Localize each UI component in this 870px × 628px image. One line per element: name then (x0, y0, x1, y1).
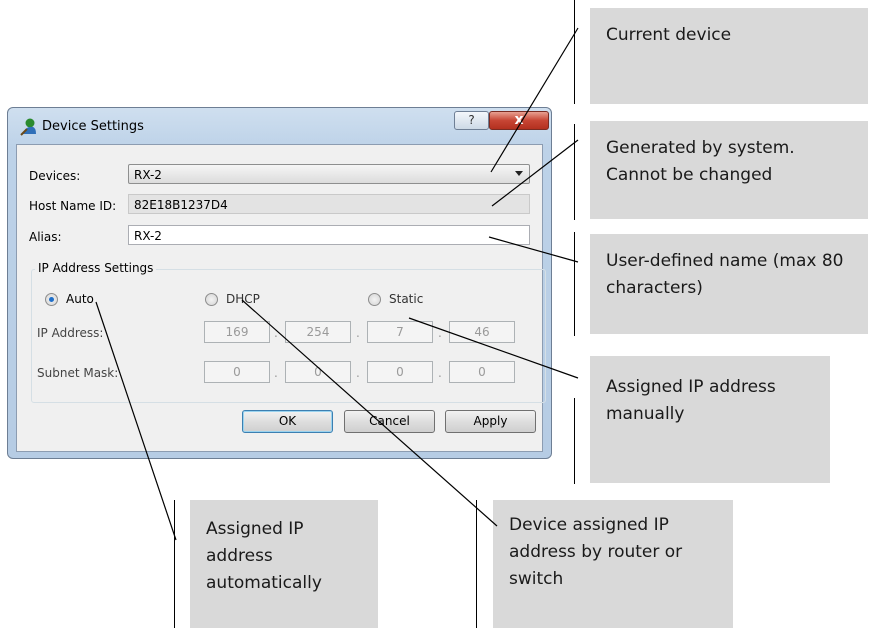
callout-device-router-text: Device assigned IP address by router or … (509, 515, 683, 589)
callout-assigned-auto: Assigned IP address automatically (190, 500, 378, 628)
devices-dropdown-value: RX-2 (134, 168, 162, 182)
device-settings-dialog: Device Settings ? x Devices: RX-2 Host N… (7, 107, 552, 459)
mask-octet-2[interactable]: 0 (285, 361, 351, 383)
dialog-title: Device Settings (42, 119, 144, 134)
close-button[interactable]: x (489, 111, 549, 130)
callout-assigned-manual: Assigned IP address manually (590, 356, 830, 483)
title-bar[interactable]: Device Settings ? x (8, 108, 551, 144)
callout-assigned-auto-text: Assigned IP address automatically (206, 519, 322, 593)
mask-separator: . (356, 366, 360, 380)
separator-line (574, 0, 575, 104)
callout-assigned-manual-text: Assigned IP address manually (606, 377, 776, 424)
callout-generated: Generated by system. Cannot be changed (590, 121, 868, 219)
devices-label: Devices: (29, 169, 81, 183)
subnet-mask-label: Subnet Mask: (37, 366, 119, 380)
device-settings-icon (20, 118, 36, 136)
callout-device-router: Device assigned IP address by router or … (493, 500, 733, 628)
ok-button[interactable]: OK (242, 410, 333, 433)
dhcp-radio-label[interactable]: DHCP (226, 292, 260, 306)
ip-octet-1[interactable]: 169 (204, 321, 270, 343)
dialog-client-area: Devices: RX-2 Host Name ID: 82E18B1237D4… (16, 144, 546, 452)
static-radio-label[interactable]: Static (389, 292, 423, 306)
mask-separator: . (274, 366, 278, 380)
separator-line (574, 232, 575, 336)
ip-address-label: IP Address: (37, 326, 104, 340)
mask-octet-3[interactable]: 0 (367, 361, 433, 383)
devices-dropdown[interactable]: RX-2 (128, 164, 530, 184)
host-name-label: Host Name ID: (29, 199, 117, 213)
mask-octet-1[interactable]: 0 (204, 361, 270, 383)
dhcp-radio[interactable] (205, 293, 218, 306)
auto-radio[interactable] (45, 293, 58, 306)
separator-line (174, 500, 175, 628)
static-radio[interactable] (368, 293, 381, 306)
alias-label: Alias: (29, 230, 62, 244)
callout-generated-text: Generated by system. Cannot be changed (606, 138, 795, 185)
ip-settings-group-title: IP Address Settings (35, 261, 157, 275)
ip-separator: . (438, 326, 442, 340)
callout-user-defined: User-defined name (max 80 characters) (590, 234, 868, 334)
separator-line (476, 500, 477, 628)
ip-octet-3[interactable]: 7 (367, 321, 433, 343)
chevron-down-icon (515, 171, 523, 176)
cancel-button[interactable]: Cancel (344, 410, 435, 433)
host-name-field: 82E18B1237D4 (128, 194, 530, 214)
apply-button[interactable]: Apply (445, 410, 536, 433)
callout-user-defined-text: User-defined name (max 80 characters) (606, 251, 844, 298)
ip-separator: . (274, 326, 278, 340)
callout-current-device: Current device (590, 8, 868, 104)
mask-octet-4[interactable]: 0 (449, 361, 515, 383)
auto-radio-label[interactable]: Auto (66, 292, 94, 306)
alias-input[interactable]: RX-2 (128, 225, 530, 245)
separator-line (574, 124, 575, 220)
mask-separator: . (438, 366, 442, 380)
separator-line (574, 398, 575, 484)
callout-current-device-text: Current device (606, 25, 732, 45)
help-button[interactable]: ? (454, 111, 489, 130)
ip-octet-4[interactable]: 46 (449, 321, 515, 343)
ip-octet-2[interactable]: 254 (285, 321, 351, 343)
ip-separator: . (356, 326, 360, 340)
